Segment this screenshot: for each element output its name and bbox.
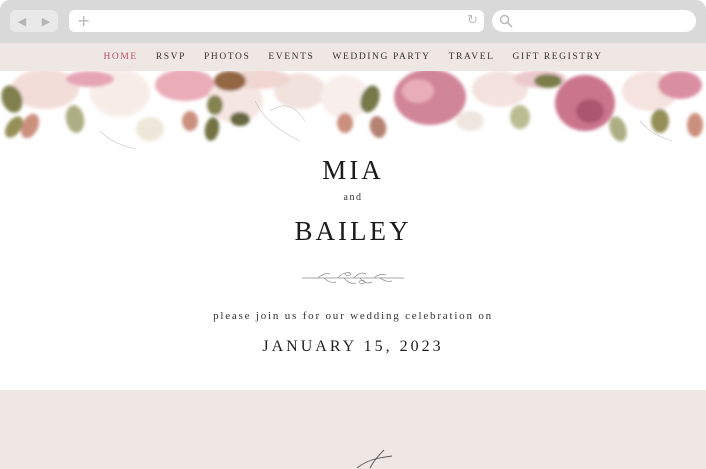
browser-chrome: ◀ ▶ + ↻ xyxy=(0,0,706,43)
nav-photos[interactable]: PHOTOS xyxy=(204,52,250,62)
sprig-divider-icon xyxy=(302,272,404,284)
nav-events[interactable]: EVENTS xyxy=(268,52,314,62)
nav-wedding-party[interactable]: WEDDING PARTY xyxy=(332,52,430,62)
watercolor-flowers-image xyxy=(0,71,706,151)
history-nav: ◀ ▶ xyxy=(10,10,58,32)
forward-icon[interactable]: ▶ xyxy=(42,15,50,28)
nav-home[interactable]: HOME xyxy=(103,52,137,62)
site-nav: HOME RSVP PHOTOS EVENTS WEDDING PARTY TR… xyxy=(0,43,706,71)
floral-banner xyxy=(0,71,706,151)
wedding-date: JANUARY 15, 2023 xyxy=(262,338,444,355)
nav-gift-registry[interactable]: GIFT REGISTRY xyxy=(513,52,603,62)
and-text: and xyxy=(343,192,363,203)
reload-icon[interactable]: ↻ xyxy=(467,10,478,32)
back-icon[interactable]: ◀ xyxy=(18,15,26,28)
couple-name-2: BAILEY xyxy=(294,216,412,246)
couple-name-1: MIA xyxy=(322,155,384,185)
address-bar[interactable]: + ↻ xyxy=(69,10,484,32)
monogram-sketch-icon xyxy=(356,449,393,469)
search-input[interactable] xyxy=(492,10,696,32)
nav-rsvp[interactable]: RSVP xyxy=(156,52,186,62)
invitation-text: please join us for our wedding celebrati… xyxy=(213,310,493,322)
search-icon xyxy=(499,14,513,28)
lower-section xyxy=(0,390,706,469)
new-tab-icon[interactable]: + xyxy=(77,10,90,32)
nav-travel[interactable]: TRAVEL xyxy=(449,52,495,62)
